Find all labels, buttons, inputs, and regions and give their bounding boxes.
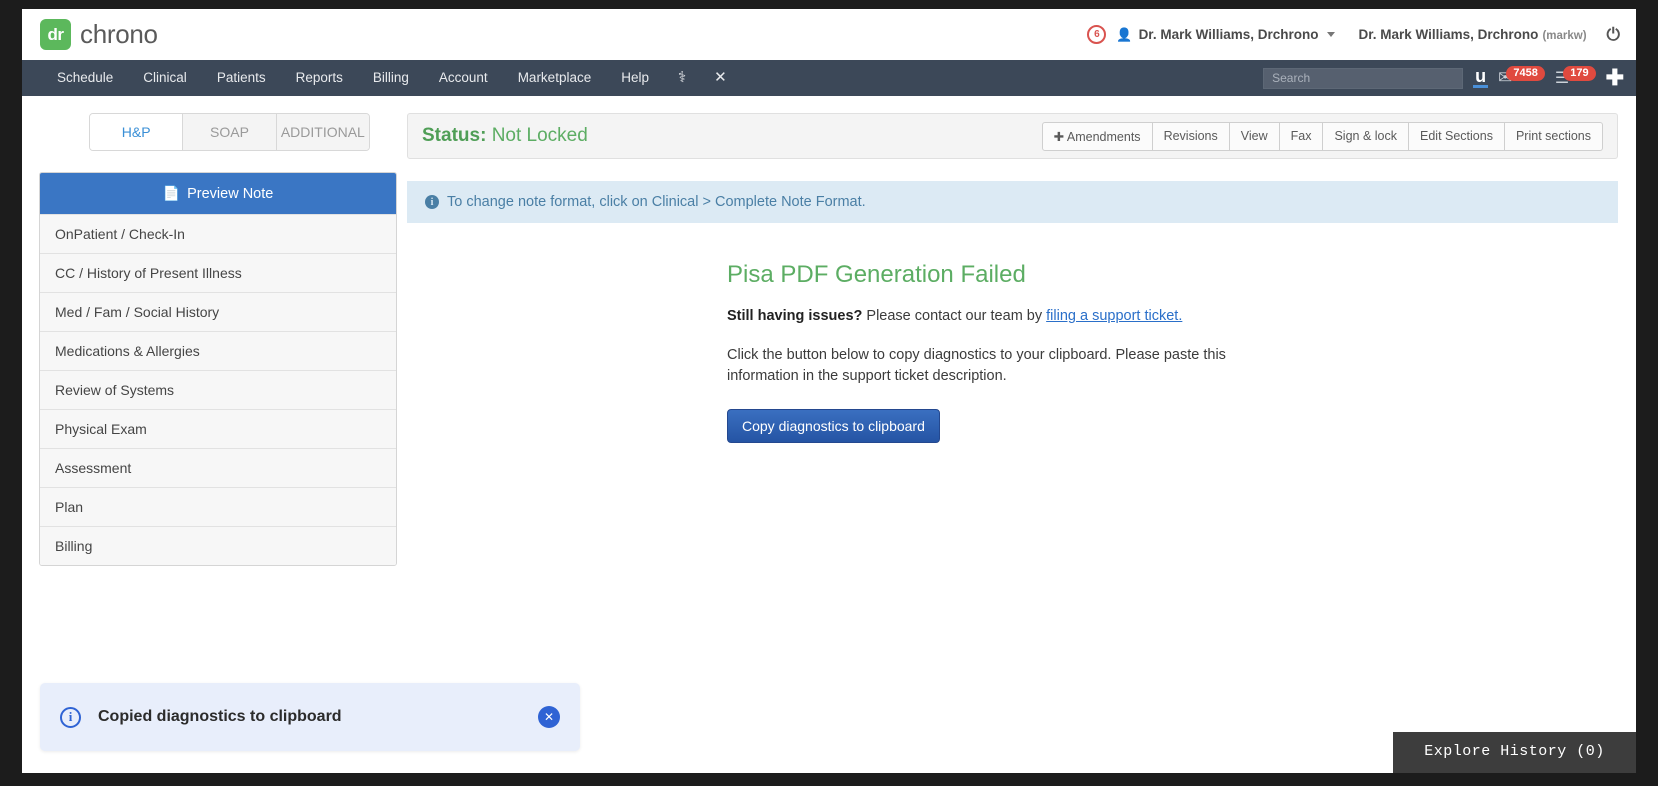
messages-count-badge: 7458	[1506, 65, 1545, 81]
drchrono-logo[interactable]: dr chrono	[40, 19, 158, 50]
nav-item-billing[interactable]: Billing	[358, 60, 424, 96]
explore-history-bar[interactable]: Explore History (0)	[1393, 732, 1636, 773]
person-icon: 👤	[1116, 26, 1133, 42]
alert-count-badge[interactable]: 6	[1087, 25, 1107, 44]
preview-note-button[interactable]: 📄 Preview Note	[40, 173, 396, 214]
user-menu-label: Dr. Mark Williams, Drchrono	[1138, 27, 1319, 42]
sidebar-item-assessment[interactable]: Assessment	[40, 448, 396, 487]
error-lead-bold: Still having issues?	[727, 308, 863, 324]
add-new-icon[interactable]: ✚	[1606, 67, 1624, 89]
tab-soap[interactable]: SOAP	[183, 114, 277, 150]
sidebar-item-billing[interactable]: Billing	[40, 526, 396, 565]
sidebar-item-review-of-systems[interactable]: Review of Systems	[40, 370, 396, 409]
close-icon[interactable]: ✕	[538, 706, 560, 728]
nav-item-clinical[interactable]: Clinical	[128, 60, 202, 96]
top-bar: dr chrono 6 👤 Dr. Mark Williams, Drchron…	[22, 9, 1636, 60]
amendments-button[interactable]: ✚ Amendments	[1041, 121, 1153, 151]
toast-notification: i Copied diagnostics to clipboard ✕	[40, 683, 580, 751]
tab-additional[interactable]: ADDITIONAL	[276, 114, 369, 150]
sidebar-item-physical-exam[interactable]: Physical Exam	[40, 409, 396, 448]
sidebar-item-plan[interactable]: Plan	[40, 487, 396, 526]
amendments-label: Amendments	[1066, 129, 1141, 144]
chevron-down-icon	[1326, 32, 1335, 37]
edit-sections-button[interactable]: Edit Sections	[1409, 121, 1505, 151]
note-toolbar: ✚ Amendments Revisions View Fax Sign & l…	[1041, 121, 1603, 151]
error-lead-rest: Please contact our team by	[862, 308, 1047, 324]
tab-hp[interactable]: H&P	[90, 114, 184, 150]
status-bar: Status: Not Locked ✚ Amendments Revision…	[407, 113, 1618, 159]
fax-button[interactable]: Fax	[1279, 121, 1324, 151]
user-handle: (markw)	[1542, 30, 1587, 42]
logo-mark: dr	[40, 19, 71, 50]
top-bar-right: 6 👤 Dr. Mark Williams, Drchrono Dr. Mark…	[1087, 25, 1636, 45]
support-ticket-link[interactable]: filing a support ticket.	[1046, 308, 1182, 324]
copy-diagnostics-button[interactable]: Copy diagnostics to clipboard	[727, 409, 940, 444]
note-format-info-banner: i To change note format, click on Clinic…	[407, 181, 1618, 223]
error-instructions: Click the button below to copy diagnosti…	[727, 347, 1226, 385]
search-input[interactable]	[1263, 67, 1464, 89]
view-button[interactable]: View	[1229, 121, 1280, 151]
info-banner-text: To change note format, click on Clinical…	[447, 194, 866, 210]
nav-item-schedule[interactable]: Schedule	[42, 60, 128, 96]
error-contact-line: Still having issues? Please contact our …	[727, 308, 1287, 324]
sidebar-item-onpatient-checkin[interactable]: OnPatient / Check-In	[40, 214, 396, 253]
close-icon[interactable]: ✕	[700, 60, 741, 96]
left-column: H&P SOAP ADDITIONAL 📄 Preview Note OnPat…	[22, 96, 407, 773]
tasks-button[interactable]: ☰ 179	[1555, 65, 1596, 88]
status-text: Status: Not Locked	[422, 125, 588, 147]
document-icon: 📄	[162, 185, 181, 201]
error-title: Pisa PDF Generation Failed	[727, 261, 1026, 288]
nav-item-reports[interactable]: Reports	[281, 60, 358, 96]
info-circle-icon: i	[60, 706, 81, 728]
status-label: Status:	[422, 125, 487, 146]
print-sections-button[interactable]: Print sections	[1504, 121, 1603, 151]
info-icon: i	[425, 195, 439, 209]
preview-note-label: Preview Note	[187, 185, 274, 202]
note-sections-sidebar: 📄 Preview Note OnPatient / Check-In CC /…	[39, 172, 397, 566]
pdf-error-block: Pisa PDF Generation Failed Still having …	[727, 261, 1287, 444]
page-body: H&P SOAP ADDITIONAL 📄 Preview Note OnPat…	[22, 96, 1636, 773]
sidebar-item-cc-hpi[interactable]: CC / History of Present Illness	[40, 253, 396, 292]
tasks-count-badge: 179	[1563, 65, 1596, 81]
sidebar-item-medications-allergies[interactable]: Medications & Allergies	[40, 331, 396, 370]
user-display-name: Dr. Mark Williams, Drchrono	[1358, 27, 1539, 42]
user-menu[interactable]: 👤 Dr. Mark Williams, Drchrono	[1116, 26, 1335, 43]
messages-button[interactable]: ✉ 7458	[1498, 65, 1545, 88]
status-value: Not Locked	[491, 125, 588, 146]
plus-icon: ✚	[1053, 129, 1065, 144]
nav-items: Schedule Clinical Patients Reports Billi…	[22, 60, 741, 96]
right-column: Status: Not Locked ✚ Amendments Revision…	[407, 96, 1636, 773]
nav-right: u ✉ 7458 ☰ 179 ✚	[1263, 65, 1636, 89]
toast-message: Copied diagnostics to clipboard	[98, 708, 342, 725]
power-icon[interactable]: ⏻	[1607, 25, 1620, 45]
sign-and-lock-button[interactable]: Sign & lock	[1323, 121, 1409, 151]
logged-in-user: Dr. Mark Williams, Drchrono (markw)	[1359, 27, 1587, 42]
logo-text: chrono	[80, 19, 158, 49]
app-window: dr chrono 6 👤 Dr. Mark Williams, Drchron…	[22, 9, 1636, 773]
updox-u-icon[interactable]: u	[1473, 67, 1489, 88]
caduceus-icon[interactable]: ⚕	[664, 60, 700, 96]
sidebar-item-med-fam-social-history[interactable]: Med / Fam / Social History	[40, 292, 396, 331]
main-nav: Schedule Clinical Patients Reports Billi…	[22, 60, 1636, 96]
nav-item-marketplace[interactable]: Marketplace	[503, 60, 607, 96]
revisions-button[interactable]: Revisions	[1152, 121, 1230, 151]
nav-item-patients[interactable]: Patients	[202, 60, 281, 96]
nav-item-account[interactable]: Account	[424, 60, 503, 96]
note-format-tabs: H&P SOAP ADDITIONAL	[89, 113, 370, 151]
nav-item-help[interactable]: Help	[606, 60, 664, 96]
